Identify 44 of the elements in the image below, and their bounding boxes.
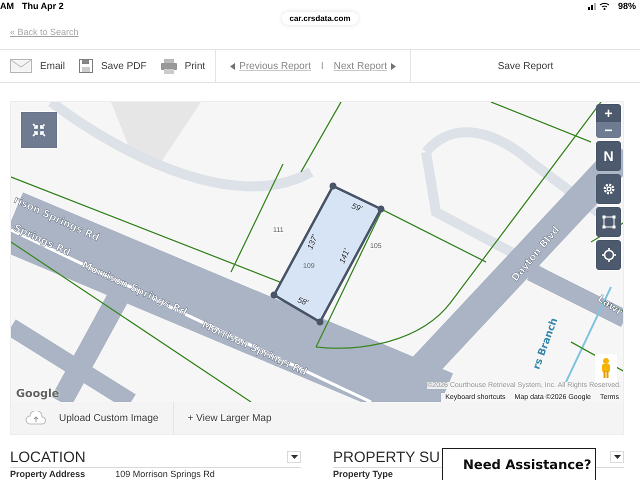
crosshair-icon bbox=[602, 248, 616, 262]
field-label: Property Address bbox=[10, 469, 86, 479]
collapse-map-button[interactable] bbox=[21, 112, 57, 148]
locate-button[interactable] bbox=[596, 240, 621, 270]
cloud-upload-icon bbox=[25, 411, 47, 425]
pdf-button[interactable]: Save PDF bbox=[79, 59, 147, 73]
dimension-label: 137' bbox=[306, 234, 320, 251]
envelope-icon bbox=[10, 59, 32, 73]
dimension-label: 59' bbox=[350, 201, 364, 214]
section-title: PROPERTY SU bbox=[333, 448, 440, 466]
section-dropdown-button[interactable] bbox=[610, 451, 624, 463]
url-bar[interactable]: car.crsdata.com bbox=[282, 12, 358, 25]
save-report-button[interactable]: Save Report bbox=[411, 60, 640, 72]
view-larger-map-link[interactable]: + View Larger Map bbox=[174, 402, 286, 434]
signal-wifi-icon bbox=[588, 2, 610, 10]
need-assistance-button[interactable]: Need Assistance? bbox=[442, 448, 596, 480]
gear-icon bbox=[602, 183, 614, 195]
draw-shape-button[interactable] bbox=[596, 207, 621, 237]
printer-icon bbox=[160, 58, 177, 74]
settings-button[interactable] bbox=[596, 174, 621, 204]
print-button[interactable]: Print bbox=[160, 58, 206, 74]
caret-icon bbox=[290, 455, 298, 459]
compass-button[interactable]: N bbox=[596, 141, 621, 171]
pegman-icon bbox=[601, 358, 611, 378]
zoom-out-button[interactable]: − bbox=[596, 122, 621, 138]
field-label: Property Type bbox=[333, 469, 393, 479]
dimension-label: 58' bbox=[296, 295, 310, 308]
nav-separator: I bbox=[320, 60, 324, 72]
status-time: AM bbox=[0, 1, 14, 11]
polygon-select-icon bbox=[602, 215, 616, 229]
caret-icon bbox=[614, 455, 620, 459]
section-title: LOCATION bbox=[10, 448, 86, 466]
right-triangle-icon bbox=[391, 62, 396, 70]
status-date: Thu Apr 2 bbox=[22, 1, 64, 11]
collapse-arrows-icon bbox=[32, 123, 46, 137]
upload-image-button[interactable]: Upload Custom Image bbox=[11, 402, 174, 434]
map-logo: Google bbox=[16, 387, 60, 400]
zoom-in-button[interactable]: + bbox=[596, 104, 621, 122]
battery-percent: 98% bbox=[618, 1, 636, 11]
dimension-label: 141' bbox=[338, 248, 352, 265]
section-dropdown-button[interactable] bbox=[287, 451, 301, 463]
email-button[interactable]: Email bbox=[10, 59, 66, 73]
field-value: 109 Morrison Springs Rd bbox=[115, 469, 215, 479]
left-triangle-icon bbox=[230, 62, 236, 70]
